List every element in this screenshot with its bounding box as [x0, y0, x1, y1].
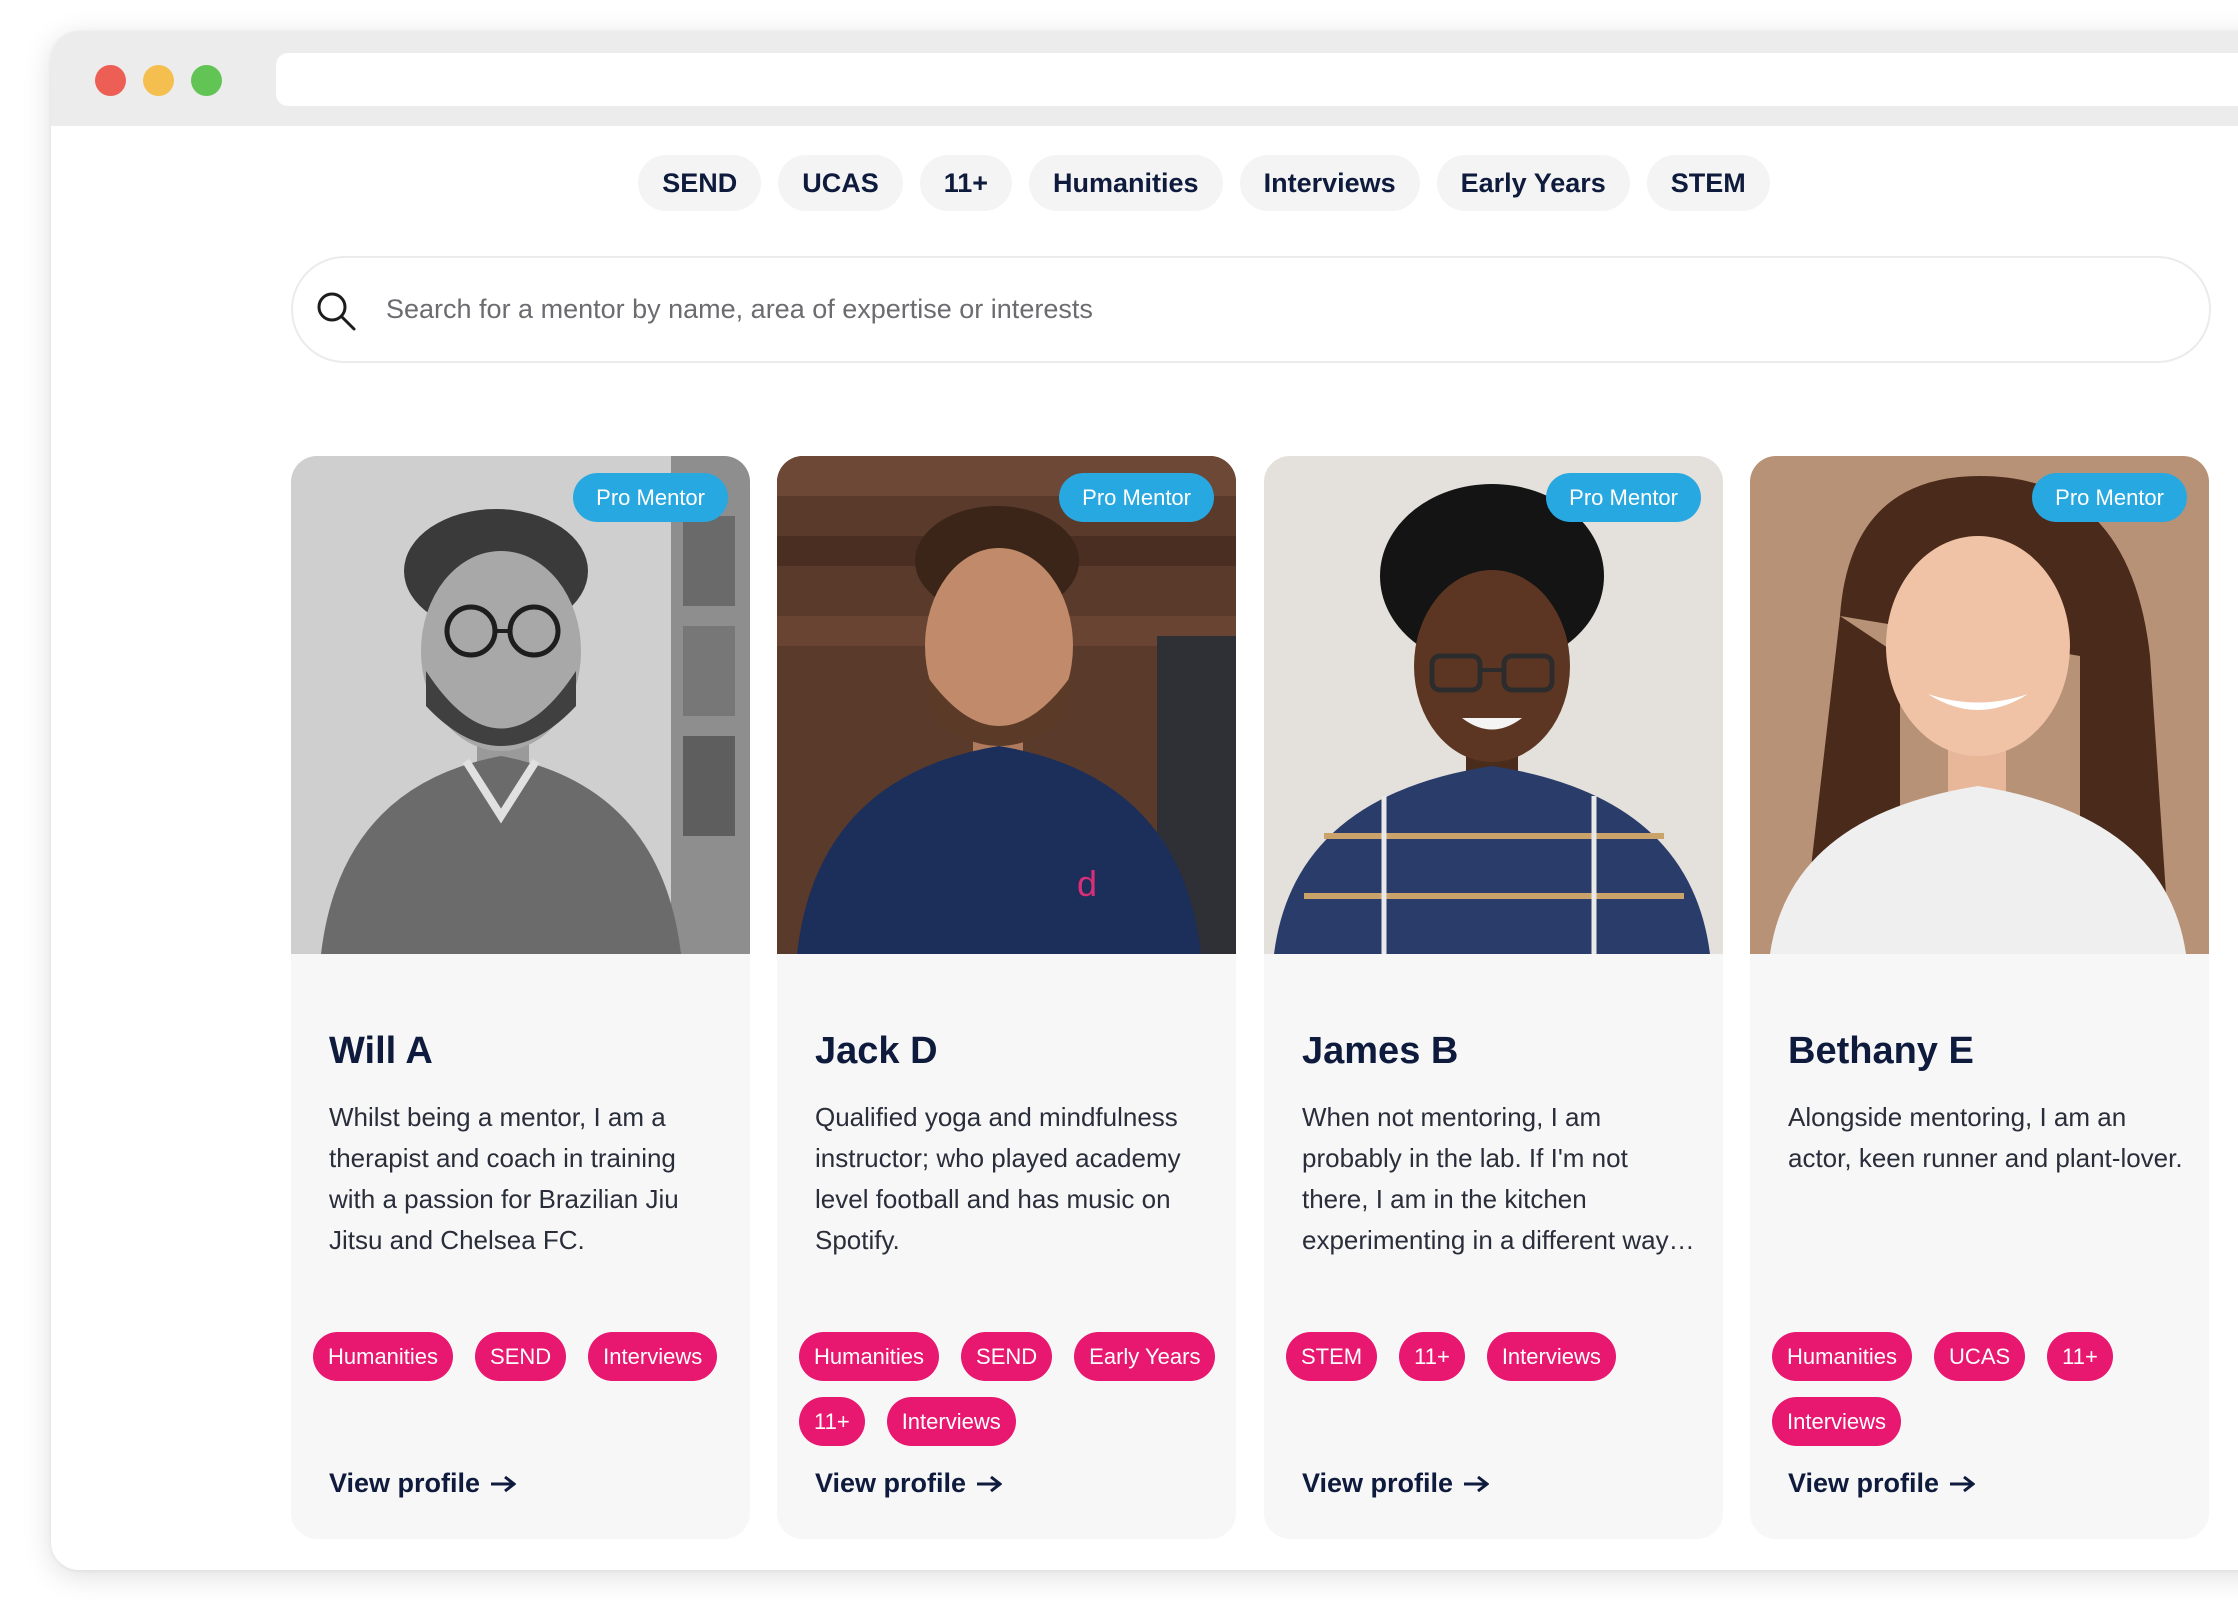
maximize-window-button[interactable] [191, 65, 222, 96]
tag-interviews[interactable]: Interviews [886, 1397, 1016, 1446]
arrow-right-icon [491, 1475, 517, 1492]
mentor-tags: STEM 11+ Interviews [1286, 1332, 1716, 1381]
mentor-bio: Alongside mentoring, I am an actor, keen… [1788, 1102, 2183, 1173]
view-profile-label: View profile [1302, 1468, 1454, 1498]
tag-humanities[interactable]: Humanities [1772, 1332, 1913, 1381]
mentor-tags: Humanities SEND Interviews [313, 1332, 743, 1381]
tag-ucas[interactable]: UCAS [1934, 1332, 2026, 1381]
filter-11-plus[interactable]: 11+ [919, 155, 1013, 211]
mentor-photo: d [777, 456, 1236, 954]
view-profile-link[interactable]: View profile [1302, 1468, 1490, 1499]
mentor-card-jack[interactable]: d Pro Mentor Jack D Qualified yoga and m… [777, 456, 1236, 1539]
pro-mentor-badge: Pro Mentor [573, 473, 728, 522]
filter-bar: SEND UCAS 11+ Humanities Interviews Earl… [51, 155, 2238, 211]
pro-mentor-badge: Pro Mentor [1546, 473, 1701, 522]
filter-interviews[interactable]: Interviews [1239, 155, 1420, 211]
tag-stem[interactable]: STEM [1286, 1332, 1378, 1381]
filter-stem[interactable]: STEM [1646, 155, 1770, 211]
view-profile-label: View profile [1788, 1468, 1940, 1498]
mentor-photo [1264, 456, 1723, 954]
mentor-tags: Humanities SEND Early Years 11+ Intervie… [799, 1332, 1229, 1446]
search-bar [291, 256, 2211, 363]
tag-early-years[interactable]: Early Years [1074, 1332, 1216, 1381]
view-profile-link[interactable]: View profile [815, 1468, 1003, 1499]
mentor-name: James B [1302, 1030, 1459, 1072]
tag-interviews[interactable]: Interviews [1486, 1332, 1616, 1381]
mentor-card-james[interactable]: Pro Mentor James B When not mentoring, I… [1264, 456, 1723, 1539]
svg-text:d: d [1077, 863, 1097, 904]
filter-early-years[interactable]: Early Years [1436, 155, 1630, 211]
search-icon [317, 292, 356, 331]
mentor-photo [291, 456, 750, 954]
mentor-tags: Humanities UCAS 11+ Interviews [1772, 1332, 2202, 1446]
mentor-bio: Qualified yoga and mindfulness instructo… [815, 1102, 1181, 1255]
arrow-right-icon [1950, 1475, 1976, 1492]
mentor-card-will[interactable]: Pro Mentor Will A Whilst being a mentor,… [291, 456, 750, 1539]
tag-interviews[interactable]: Interviews [1772, 1397, 1902, 1446]
mentor-name: Jack D [815, 1030, 938, 1072]
search-input[interactable] [386, 258, 2169, 361]
view-profile-label: View profile [329, 1468, 481, 1498]
pro-mentor-badge: Pro Mentor [1059, 473, 1214, 522]
view-profile-label: View profile [815, 1468, 967, 1498]
filter-send[interactable]: SEND [638, 155, 762, 211]
browser-window: SEND UCAS 11+ Humanities Interviews Earl… [51, 31, 2238, 1570]
mentor-photo [1750, 456, 2209, 954]
address-bar[interactable] [276, 53, 2238, 106]
minimize-window-button[interactable] [143, 65, 174, 96]
tag-humanities[interactable]: Humanities [799, 1332, 940, 1381]
arrow-right-icon [977, 1475, 1003, 1492]
tag-interviews[interactable]: Interviews [588, 1332, 718, 1381]
tag-11-plus[interactable]: 11+ [799, 1397, 865, 1446]
tag-send[interactable]: SEND [475, 1332, 567, 1381]
filter-ucas[interactable]: UCAS [778, 155, 903, 211]
mentor-name: Will A [329, 1030, 433, 1072]
arrow-right-icon [1464, 1475, 1490, 1492]
tag-11-plus[interactable]: 11+ [1399, 1332, 1465, 1381]
mentor-name: Bethany E [1788, 1030, 1974, 1072]
filter-humanities[interactable]: Humanities [1029, 155, 1223, 211]
pro-mentor-badge: Pro Mentor [2032, 473, 2187, 522]
mentor-card-bethany[interactable]: Pro Mentor Bethany E Alongside mentoring… [1750, 456, 2209, 1539]
mentor-bio: Whilst being a mentor, I am a therapist … [329, 1102, 679, 1255]
mentor-bio: When not mentoring, I am probably in the… [1302, 1102, 1695, 1255]
tag-11-plus[interactable]: 11+ [2047, 1332, 2113, 1381]
title-bar [51, 31, 2238, 126]
close-window-button[interactable] [95, 65, 126, 96]
tag-humanities[interactable]: Humanities [313, 1332, 454, 1381]
view-profile-link[interactable]: View profile [329, 1468, 517, 1499]
tag-send[interactable]: SEND [961, 1332, 1053, 1381]
view-profile-link[interactable]: View profile [1788, 1468, 1976, 1499]
